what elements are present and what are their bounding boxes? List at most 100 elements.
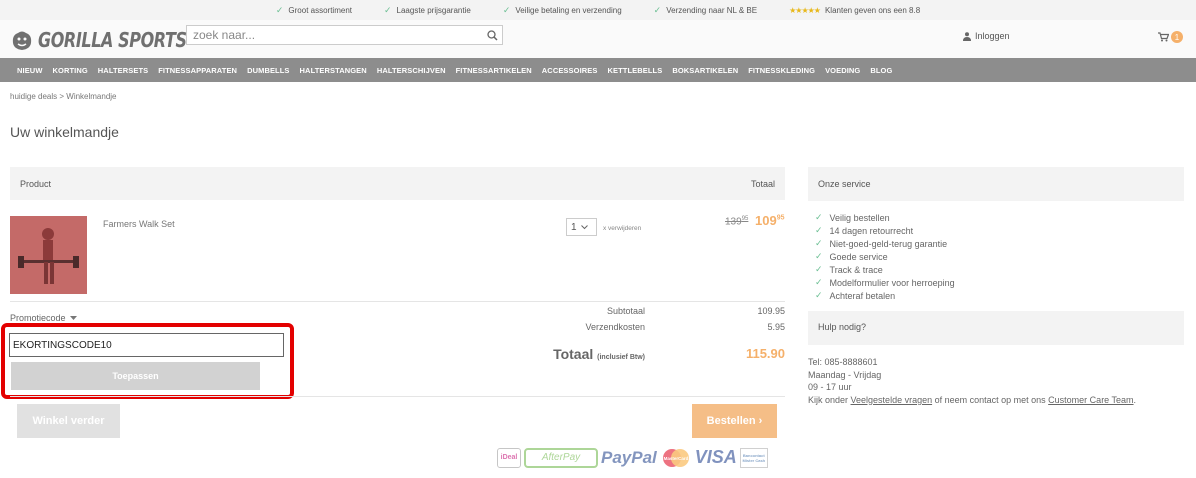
help-contact-line: Kijk onder Veelgestelde vragen of neem c… xyxy=(808,394,1137,405)
login-link[interactable]: Inloggen xyxy=(963,31,1010,41)
shipping-label: Verzendkosten xyxy=(585,322,645,332)
new-price: 10995 xyxy=(755,213,785,228)
search-icon[interactable] xyxy=(482,26,502,44)
mastercard-logo-icon: MasterCard xyxy=(660,448,692,468)
nav-item-halterschijven[interactable]: HALTERSCHIJVEN xyxy=(377,66,446,75)
cart-table-header: Product Totaal xyxy=(10,167,785,200)
gorilla-logo-icon xyxy=(12,31,32,50)
total-row: Totaal (inclusief Btw) 115.90 xyxy=(520,346,785,366)
old-price: 13995 xyxy=(725,216,749,228)
usp-item: ✓ Veilige betaling en verzending xyxy=(502,4,622,15)
check-icon: ✓ xyxy=(383,4,392,15)
nav-item-kettlebells[interactable]: KETTLEBELLS xyxy=(607,66,662,75)
user-icon xyxy=(963,31,971,41)
faq-link[interactable]: Veelgestelde vragen xyxy=(851,395,933,405)
service-panel: Onze service ✓ Veilig bestellen ✓ 14 dagen… xyxy=(808,167,1184,302)
cart-item-row: Farmers Walk Set 1 x verwijderen 13995 1… xyxy=(10,200,785,302)
subtotal-row: Subtotaal 109.95 xyxy=(520,306,785,322)
shipping-row: Verzendkosten 5.95 xyxy=(520,322,785,338)
nav-item-accessoires[interactable]: ACCESSOIRES xyxy=(542,66,598,75)
nav-item-boksartikelen[interactable]: BOKSARTIKELEN xyxy=(672,66,738,75)
list-item: ✓ Modelformulier voor herroeping xyxy=(815,277,955,288)
bancontact-logo-icon: Bancontact Mister Cash xyxy=(739,447,768,468)
help-info: Tel: 085-8888601 Maandag - Vrijdag 09 - … xyxy=(808,356,1136,406)
site-header: GORILLA SPORTS Inloggen 1 xyxy=(0,20,1196,58)
breadcrumb[interactable]: huidige deals > Winkelmandje xyxy=(10,92,117,101)
usp-item: ✓ Verzending naar NL & BE xyxy=(653,4,758,15)
usp-item: ✓ Groot assortiment xyxy=(275,4,352,15)
customer-care-link[interactable]: Customer Care Team xyxy=(1048,395,1133,405)
nav-item-fitnessapparaten[interactable]: FITNESSAPPARATEN xyxy=(158,66,237,75)
chevron-right-icon: › xyxy=(758,415,763,427)
total-value: 115.90 xyxy=(745,346,785,361)
shipping-value: 5.95 xyxy=(767,322,785,332)
usp-item: ✓ Laagste prijsgarantie xyxy=(383,4,471,15)
list-item: ✓ Niet-goed-geld-terug garantie xyxy=(815,238,948,249)
chevron-down-icon xyxy=(580,224,588,229)
check-icon: ✓ xyxy=(653,4,662,15)
divider xyxy=(10,396,785,397)
visa-logo-icon: VISA xyxy=(694,447,737,467)
logo-text: GORILLA SPORTS xyxy=(38,28,187,52)
help-title: Hulp nodig? xyxy=(808,311,1184,345)
check-icon: ✓ xyxy=(275,4,284,15)
nav-item-nieuw[interactable]: NIEUW xyxy=(17,66,43,75)
check-icon: ✓ xyxy=(815,225,823,235)
promo-code-input[interactable] xyxy=(9,333,284,357)
promo-code-toggle[interactable]: Promotiecode xyxy=(10,313,77,323)
list-item: ✓ 14 dagen retourrecht xyxy=(815,225,914,236)
svg-text:MasterCard: MasterCard xyxy=(663,456,688,461)
col-product: Product xyxy=(20,178,52,189)
nav-item-fitnesskleding[interactable]: FITNESSKLEDING xyxy=(748,66,815,75)
usp-bar: ✓ Groot assortiment ✓ Laagste prijsgaranti… xyxy=(0,0,1196,20)
check-icon: ✓ xyxy=(815,264,823,274)
main-nav: NIEUW KORTING HALTERSETS FITNESSAPPARATE… xyxy=(0,58,1196,82)
nav-item-fitnessartikelen[interactable]: FITNESSARTIKELEN xyxy=(456,66,532,75)
nav-item-voeding[interactable]: VOEDING xyxy=(825,66,860,75)
nav-item-haltersets[interactable]: HALTERSETS xyxy=(98,66,148,75)
cart-table: Product Totaal Farmers Walk Set 1 x verw… xyxy=(10,167,785,302)
cart-link[interactable]: 1 xyxy=(1158,31,1183,43)
help-phone: Tel: 085-8888601 xyxy=(808,357,878,367)
nav-item-blog[interactable]: BLOG xyxy=(870,66,892,75)
help-hours: 09 - 17 uur xyxy=(808,382,852,392)
check-icon: ✓ xyxy=(815,290,823,300)
subtotal-label: Subtotaal xyxy=(606,306,645,316)
payment-methods: iDeal AfterPay PayPal MasterCard VISA Ba… xyxy=(497,447,768,468)
check-icon: ✓ xyxy=(815,277,823,287)
remove-item-link[interactable]: x verwijderen xyxy=(603,225,641,232)
page-title: Uw winkelmandje xyxy=(10,124,119,140)
total-label: Totaal (inclusief Btw) xyxy=(553,346,645,362)
list-item: ✓ Achteraf betalen xyxy=(815,290,896,301)
paypal-logo-icon: PayPal xyxy=(601,447,657,467)
cart-icon xyxy=(1158,32,1169,42)
afterpay-logo-icon: AfterPay xyxy=(524,447,598,468)
check-icon: ✓ xyxy=(815,251,823,261)
search-box xyxy=(186,25,503,45)
product-name[interactable]: Farmers Walk Set xyxy=(103,219,175,229)
rating[interactable]: ★★★★★ Klanten geven ons een 8.8 xyxy=(789,6,920,15)
list-item: ✓ Track & trace xyxy=(815,264,883,275)
service-title: Onze service xyxy=(808,167,1184,201)
search-input[interactable] xyxy=(187,26,482,44)
product-image[interactable] xyxy=(10,216,87,294)
ideal-logo-icon: iDeal xyxy=(497,447,521,468)
quantity-select[interactable]: 1 xyxy=(566,218,597,236)
continue-shopping-button[interactable]: Winkel verder xyxy=(17,404,120,438)
check-icon: ✓ xyxy=(815,212,823,222)
subtotal-value: 109.95 xyxy=(757,306,785,316)
list-item: ✓ Goede service xyxy=(815,251,888,262)
service-list: ✓ Veilig bestellen ✓ 14 dagen retourrecht … xyxy=(808,211,1184,302)
nav-item-dumbells[interactable]: DUMBELLS xyxy=(247,66,289,75)
check-icon: ✓ xyxy=(815,238,823,248)
nav-item-halterstangen[interactable]: HALTERSTANGEN xyxy=(300,66,367,75)
nav-item-korting[interactable]: KORTING xyxy=(53,66,88,75)
rating-text: Klanten geven ons een 8.8 xyxy=(824,5,921,15)
apply-promo-button[interactable]: Toepassen xyxy=(11,362,260,390)
cart-count-badge: 1 xyxy=(1171,31,1183,43)
help-days: Maandag - Vrijdag xyxy=(808,369,882,380)
checkout-button[interactable]: Bestellen › xyxy=(692,404,777,438)
order-totals: Subtotaal 109.95 Verzendkosten 5.95 Tota… xyxy=(520,306,785,362)
list-item: ✓ Veilig bestellen xyxy=(815,212,890,223)
rating-stars-icon: ★★★★★ xyxy=(789,5,821,15)
